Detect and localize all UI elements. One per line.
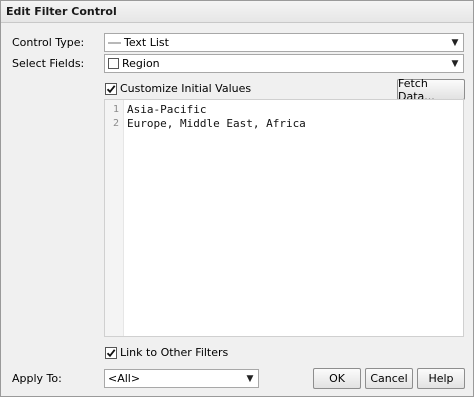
link-other-filters-checkbox[interactable] [105, 347, 117, 359]
line-number: 1 [112, 104, 119, 115]
customize-initial-values-option[interactable]: Customize Initial Values [105, 81, 251, 97]
control-type-label: Control Type: [12, 36, 85, 49]
select-fields-value-text: Region [122, 57, 160, 70]
line-number-gutter: 1 2 [105, 100, 124, 336]
apply-to-label: Apply To: [12, 372, 62, 385]
checkmark-icon [106, 349, 116, 358]
editor-line: Asia-Pacific [127, 103, 207, 116]
cancel-button[interactable]: Cancel [365, 368, 413, 389]
chevron-down-icon[interactable]: ▼ [242, 370, 258, 387]
line-number: 2 [112, 118, 119, 129]
select-fields-label: Select Fields: [12, 57, 85, 70]
initial-values-editor[interactable]: 1 2 Asia-Pacific Europe, Middle East, Af… [104, 99, 464, 337]
edit-filter-control-dialog: Edit Filter Control Control Type: Text L… [0, 0, 474, 397]
apply-to-value: <All> [108, 372, 141, 385]
checkmark-icon [106, 85, 116, 94]
control-type-select[interactable]: Text List ▼ [104, 33, 464, 52]
customize-initial-values-checkbox[interactable] [105, 83, 117, 95]
text-list-icon [108, 38, 122, 48]
select-fields-select[interactable]: Region ▼ [104, 54, 464, 73]
field-icon [108, 58, 119, 69]
ok-button[interactable]: OK [313, 368, 361, 389]
editor-text-area[interactable]: Asia-Pacific Europe, Middle East, Africa [124, 100, 463, 336]
select-fields-value: Region [105, 57, 447, 70]
help-button[interactable]: Help [417, 368, 465, 389]
control-type-value: Text List [105, 36, 447, 49]
fetch-data-button[interactable]: Fetch Data... [397, 77, 465, 103]
customize-initial-values-label: Customize Initial Values [120, 82, 252, 95]
dialog-title: Edit Filter Control [1, 1, 473, 23]
apply-to-select[interactable]: <All> ▼ [104, 369, 259, 388]
control-type-value-text: Text List [124, 36, 169, 49]
chevron-down-icon[interactable]: ▼ [447, 34, 463, 51]
link-other-filters-label: Link to Other Filters [120, 346, 229, 359]
link-other-filters-option[interactable]: Link to Other Filters [105, 345, 228, 361]
editor-line: Europe, Middle East, Africa [127, 117, 306, 130]
chevron-down-icon[interactable]: ▼ [447, 55, 463, 72]
